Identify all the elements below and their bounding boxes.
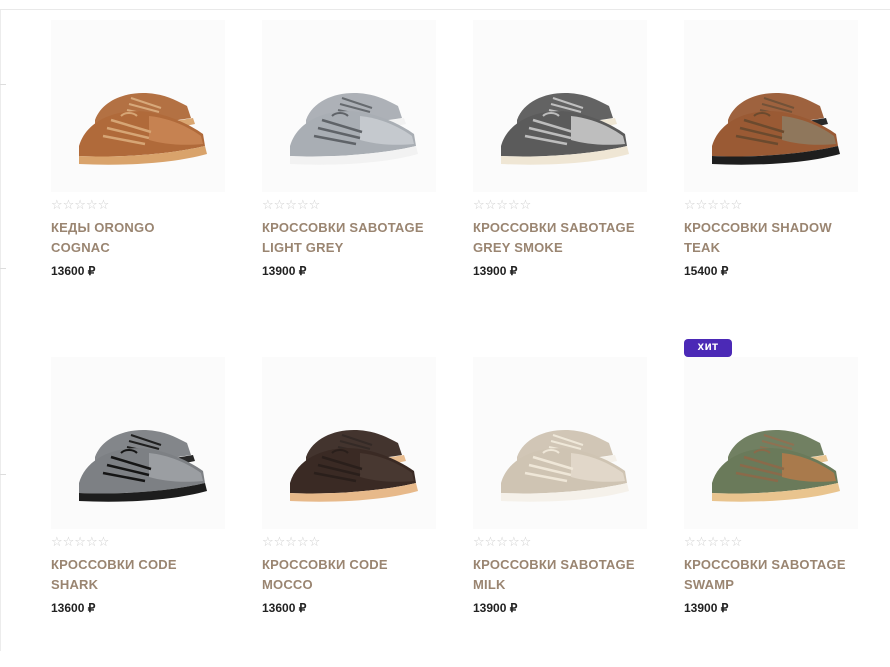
product-title-line-2: TEAK — [684, 240, 721, 255]
hit-badge: ХИТ — [684, 339, 732, 357]
product-title-line-1: КРОССОВКИ SABOTAGE — [473, 220, 635, 235]
rating-star-icons: ☆☆☆☆☆ — [51, 535, 110, 550]
sneaker-illustration — [262, 357, 436, 529]
product-image[interactable] — [684, 20, 858, 192]
product-card[interactable]: ☆☆☆☆☆ КРОССОВКИ SABOTAGE MILK 13900 ₽ — [473, 357, 647, 667]
product-title-line-2: MOCCO — [262, 577, 313, 592]
rating-star-icons: ☆☆☆☆☆ — [262, 535, 321, 550]
rating-stars: ☆☆☆☆☆ — [473, 199, 531, 213]
product-price: 13600 ₽ — [262, 601, 307, 615]
product-title-line-2: GREY SMOKE — [473, 240, 563, 255]
product-price: 13900 ₽ — [262, 264, 307, 278]
product-image[interactable] — [684, 357, 858, 529]
product-title[interactable]: КРОССОВКИ SABOTAGE LIGHT GREY — [262, 218, 442, 258]
product-image[interactable] — [473, 20, 647, 192]
product-image[interactable] — [262, 357, 436, 529]
top-divider — [0, 9, 890, 10]
rating-star-icons: ☆☆☆☆☆ — [262, 198, 321, 213]
product-title-line-2: COGNAC — [51, 240, 110, 255]
product-title-line-2: MILK — [473, 577, 506, 592]
product-title-line-1: КРОССОВКИ SABOTAGE — [473, 557, 635, 572]
product-title-line-1: КРОССОВКИ SABOTAGE — [262, 220, 424, 235]
sneaker-illustration — [51, 357, 225, 529]
rating-star-icons: ☆☆☆☆☆ — [684, 535, 743, 550]
product-title-line-1: КРОССОВКИ SHADOW — [684, 220, 832, 235]
rating-stars: ☆☆☆☆☆ — [262, 536, 320, 550]
product-card[interactable]: ☆☆☆☆☆ КРОССОВКИ CODE MOCCO 13600 ₽ — [262, 357, 436, 667]
rating-star-icons: ☆☆☆☆☆ — [51, 198, 110, 213]
rating-stars: ☆☆☆☆☆ — [51, 536, 109, 550]
product-card[interactable]: ☆☆☆☆☆ КРОССОВКИ CODE SHARK 13600 ₽ — [51, 357, 225, 667]
product-title-line-1: КРОССОВКИ CODE — [51, 557, 177, 572]
rating-star-icons: ☆☆☆☆☆ — [473, 198, 532, 213]
product-title-line-1: КРОССОВКИ CODE — [262, 557, 388, 572]
product-title-line-2: SWAMP — [684, 577, 735, 592]
product-title[interactable]: КРОССОВКИ SABOTAGE SWAMP — [684, 555, 864, 595]
sneaker-illustration — [473, 357, 647, 529]
product-price: 13900 ₽ — [473, 601, 518, 615]
product-title[interactable]: КЕДЫ ORONGO COGNAC — [51, 218, 231, 258]
product-title[interactable]: КРОССОВКИ SHADOW TEAK — [684, 218, 864, 258]
product-card[interactable]: ☆☆☆☆☆ КРОССОВКИ SHADOW TEAK 15400 ₽ — [684, 20, 858, 330]
rating-stars: ☆☆☆☆☆ — [262, 199, 320, 213]
product-title-line-2: LIGHT GREY — [262, 240, 344, 255]
product-price: 13900 ₽ — [684, 601, 729, 615]
product-title[interactable]: КРОССОВКИ SABOTAGE MILK — [473, 555, 653, 595]
product-title[interactable]: КРОССОВКИ CODE MOCCO — [262, 555, 442, 595]
rating-stars: ☆☆☆☆☆ — [473, 536, 531, 550]
left-tick — [0, 84, 6, 85]
rating-stars: ☆☆☆☆☆ — [51, 199, 109, 213]
product-title[interactable]: КРОССОВКИ SABOTAGE GREY SMOKE — [473, 218, 653, 258]
sneaker-illustration — [684, 357, 858, 529]
product-price: 13600 ₽ — [51, 601, 96, 615]
product-card[interactable]: ☆☆☆☆☆ КРОССОВКИ SABOTAGE LIGHT GREY 1390… — [262, 20, 436, 330]
left-tick — [0, 268, 6, 269]
rating-stars: ☆☆☆☆☆ — [684, 199, 742, 213]
product-title-line-2: SHARK — [51, 577, 99, 592]
product-title-line-1: КЕДЫ ORONGO — [51, 220, 155, 235]
rating-star-icons: ☆☆☆☆☆ — [473, 535, 532, 550]
product-card[interactable]: ☆☆☆☆☆ КРОССОВКИ SABOTAGE GREY SMOKE 1390… — [473, 20, 647, 330]
product-title-line-1: КРОССОВКИ SABOTAGE — [684, 557, 846, 572]
product-image[interactable] — [262, 20, 436, 192]
sneaker-illustration — [473, 20, 647, 192]
sneaker-illustration — [262, 20, 436, 192]
product-image[interactable] — [473, 357, 647, 529]
left-divider — [0, 10, 1, 651]
product-image[interactable] — [51, 20, 225, 192]
product-card[interactable]: ☆☆☆☆☆ КЕДЫ ORONGO COGNAC 13600 ₽ — [51, 20, 225, 330]
product-price: 13600 ₽ — [51, 264, 96, 278]
rating-star-icons: ☆☆☆☆☆ — [684, 198, 743, 213]
product-card[interactable]: ХИТ ☆☆☆☆☆ КРОССОВКИ SABOTAGE SWAMP 13900… — [684, 339, 858, 667]
rating-stars: ☆☆☆☆☆ — [684, 536, 742, 550]
product-price: 13900 ₽ — [473, 264, 518, 278]
sneaker-illustration — [51, 20, 225, 192]
product-image[interactable] — [51, 357, 225, 529]
sneaker-illustration — [684, 20, 858, 192]
left-tick — [0, 474, 6, 475]
product-price: 15400 ₽ — [684, 264, 729, 278]
product-title[interactable]: КРОССОВКИ CODE SHARK — [51, 555, 231, 595]
